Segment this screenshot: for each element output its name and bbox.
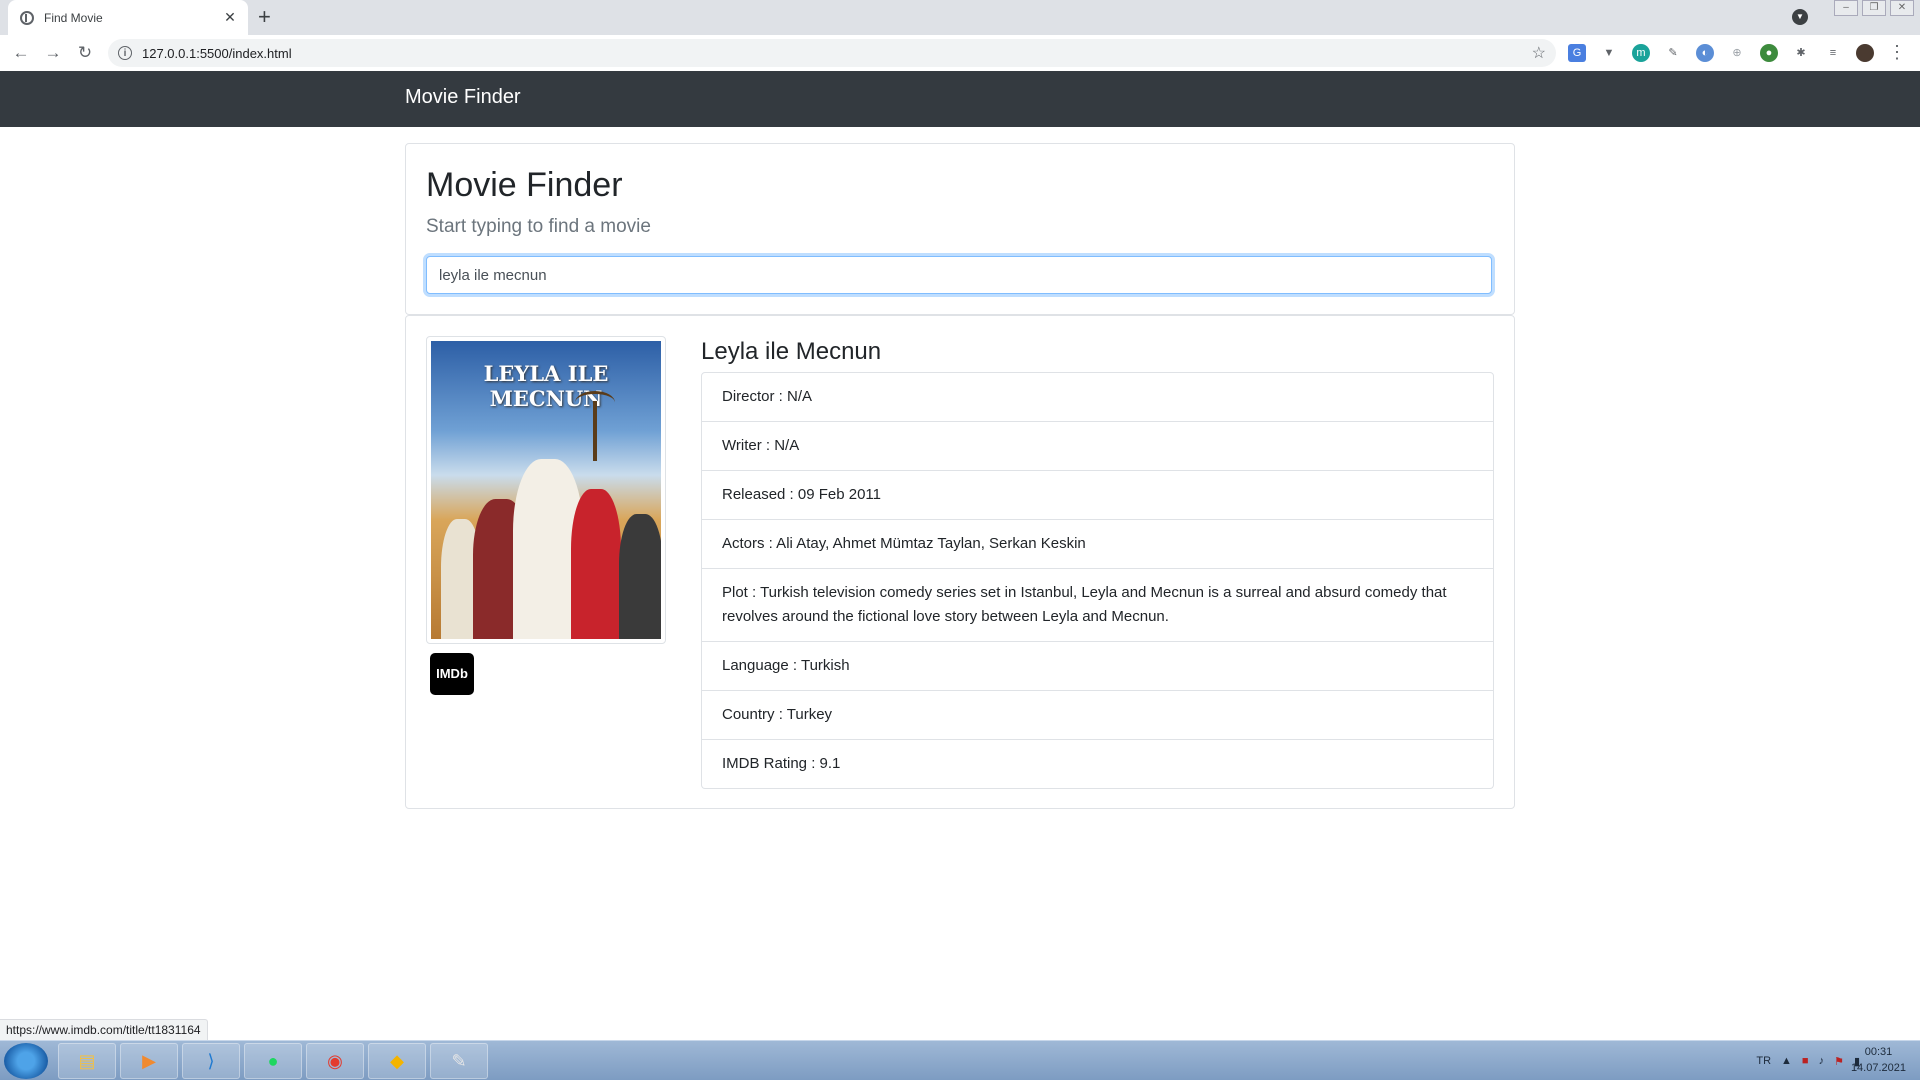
profile-avatar[interactable]	[1856, 44, 1874, 62]
m-extension-icon[interactable]: m	[1632, 44, 1650, 62]
search-card: Movie Finder Start typing to find a movi…	[405, 143, 1515, 315]
blue-extension-icon[interactable]: ◐	[1696, 44, 1714, 62]
green-extension-icon[interactable]: ●	[1760, 44, 1778, 62]
close-tab-icon[interactable]: ✕	[222, 9, 238, 26]
poster-figure	[571, 489, 621, 639]
web-extension-icon[interactable]: ⊕	[1728, 44, 1746, 62]
address-bar[interactable]: i 127.0.0.1:5500/index.html ☆	[108, 39, 1556, 67]
browser-toolbar: ← → ↻ i 127.0.0.1:5500/index.html ☆ G ▼ …	[0, 35, 1920, 72]
detail-plot: Plot : Turkish television comedy series …	[701, 569, 1494, 642]
movie-poster: LEYLA ILE MECNUN	[431, 341, 661, 639]
security-tray-icon[interactable]: ■	[1802, 1055, 1809, 1067]
site-navbar: Movie Finder	[0, 71, 1920, 127]
poster-figure	[619, 514, 661, 639]
flag-tray-icon[interactable]: ⚑	[1834, 1055, 1844, 1068]
tray-expand-icon[interactable]: ▲	[1781, 1055, 1792, 1067]
vscode-icon[interactable]: ⟩	[182, 1043, 240, 1079]
sketch-app-icon[interactable]: ◆	[368, 1043, 426, 1079]
bookmark-star-icon[interactable]: ☆	[1532, 43, 1546, 63]
page-title: Movie Finder	[426, 166, 623, 204]
file-explorer-icon[interactable]: ▤	[58, 1043, 116, 1079]
tab-title: Find Movie	[44, 10, 103, 25]
clock-time: 00:31	[1864, 1046, 1893, 1058]
restore-button[interactable]: ❐	[1862, 0, 1886, 16]
link-status-bubble: https://www.imdb.com/title/tt1831164	[0, 1019, 208, 1040]
detail-language: Language : Turkish	[701, 642, 1494, 691]
browser-menu-icon[interactable]: ⋮	[1888, 43, 1906, 61]
start-button[interactable]	[4, 1043, 48, 1079]
volume-icon[interactable]: ♪	[1819, 1055, 1825, 1067]
detail-director: Director : N/A	[701, 372, 1494, 422]
paint-app-icon[interactable]: ✎	[430, 1043, 488, 1079]
eyedropper-extension-icon[interactable]: ✎	[1664, 44, 1682, 62]
forward-icon[interactable]: →	[42, 42, 64, 64]
chrome-icon[interactable]: ◉	[306, 1043, 364, 1079]
spotify-icon[interactable]: ●	[244, 1043, 302, 1079]
movie-title: Leyla ile Mecnun	[701, 338, 882, 365]
detail-imdb-rating: IMDB Rating : 9.1	[701, 740, 1494, 789]
reading-list-icon[interactable]: ≡	[1824, 44, 1842, 62]
browser-tab[interactable]: Find Movie ✕	[8, 0, 248, 35]
poster-tree	[575, 391, 615, 461]
language-indicator[interactable]: TR	[1756, 1055, 1771, 1067]
close-window-button[interactable]: ✕	[1890, 0, 1914, 16]
detail-country: Country : Turkey	[701, 691, 1494, 740]
minimize-button[interactable]: –	[1834, 0, 1858, 16]
detail-actors: Actors : Ali Atay, Ahmet Mümtaz Taylan, …	[701, 520, 1494, 569]
new-tab-button[interactable]: +	[258, 5, 271, 29]
movie-details-list: Director : N/A Writer : N/A Released : 0…	[701, 372, 1494, 789]
system-tray: TR ▲ ■ ♪ ⚑ ▮	[1756, 1041, 1860, 1081]
movie-search-input[interactable]	[426, 256, 1492, 294]
navbar-brand[interactable]: Movie Finder	[405, 86, 521, 109]
translate-extension-icon[interactable]: G	[1568, 44, 1586, 62]
clock-date: 14.07.2021	[1850, 1062, 1906, 1074]
search-lead-text: Start typing to find a movie	[426, 216, 651, 237]
window-controls: – ❐ ✕	[1834, 0, 1914, 16]
imdb-link-icon[interactable]: IMDb	[430, 653, 474, 695]
extensions-puzzle-icon[interactable]: ✱	[1792, 44, 1810, 62]
poster-title: LEYLA ILE MECNUN	[483, 361, 609, 411]
back-icon[interactable]: ←	[10, 42, 32, 64]
address-url: 127.0.0.1:5500/index.html	[142, 45, 292, 61]
detail-writer: Writer : N/A	[701, 422, 1494, 471]
reload-icon[interactable]: ↻	[74, 42, 96, 64]
media-player-icon[interactable]: ▶	[120, 1043, 178, 1079]
browser-tab-bar: Find Movie ✕ + ▼ – ❐ ✕	[0, 0, 1920, 35]
detail-released: Released : 09 Feb 2011	[701, 471, 1494, 520]
vue-extension-icon[interactable]: ▼	[1600, 44, 1618, 62]
movie-result-card: LEYLA ILE MECNUN IMDb Leyla ile Mecnun D…	[405, 315, 1515, 809]
os-taskbar: ▤ ▶ ⟩ ● ◉ ◆ ✎ TR ▲ ■ ♪ ⚑ ▮ 00:31 14.07.2…	[0, 1040, 1920, 1080]
site-info-icon[interactable]: i	[118, 46, 132, 60]
taskbar-clock[interactable]: 00:31 14.07.2021	[1851, 1044, 1906, 1076]
globe-icon	[20, 10, 34, 25]
tab-search-icon[interactable]: ▼	[1792, 9, 1808, 25]
poster-frame: LEYLA ILE MECNUN	[426, 336, 666, 644]
